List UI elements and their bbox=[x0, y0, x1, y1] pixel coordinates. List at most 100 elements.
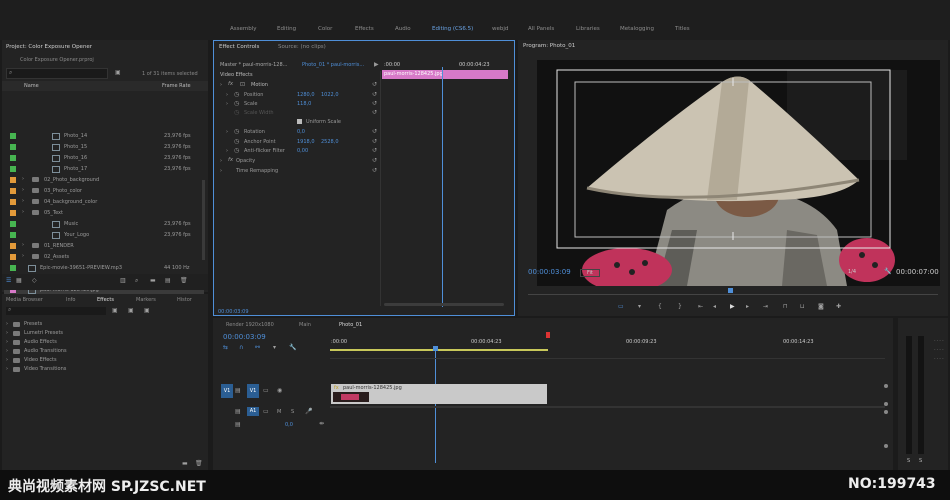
track-v1[interactable]: V1 bbox=[247, 384, 259, 398]
expand-arrow-icon[interactable]: › bbox=[22, 209, 24, 215]
position-x[interactable]: 1280,0 bbox=[297, 92, 315, 98]
project-row[interactable]: › 02_Photo_background bbox=[4, 176, 204, 185]
expand-arrow-icon[interactable]: › bbox=[6, 348, 8, 354]
sync-lock-icon[interactable]: ▭ bbox=[263, 387, 269, 394]
col-name[interactable]: Name bbox=[24, 83, 39, 89]
expand-arrow-icon[interactable]: › bbox=[226, 148, 228, 154]
stopwatch-icon[interactable]: ◷ bbox=[234, 128, 239, 135]
program-ruler[interactable] bbox=[528, 288, 938, 295]
new-item-icon[interactable]: ▤ bbox=[165, 277, 171, 284]
expand-arrow-icon[interactable]: › bbox=[226, 101, 228, 107]
project-row[interactable]: Photo_15 23,976 fps bbox=[4, 143, 204, 152]
marker-icon[interactable]: ▭ bbox=[618, 303, 624, 310]
scroll-handle[interactable] bbox=[884, 444, 888, 448]
source-patch-v1[interactable]: V1 bbox=[221, 384, 233, 398]
expand-arrow-icon[interactable]: › bbox=[220, 158, 222, 164]
ec-zoom-scroll[interactable] bbox=[384, 303, 504, 306]
program-playhead[interactable] bbox=[728, 288, 733, 293]
tab-effects[interactable]: Effects bbox=[97, 297, 114, 303]
go-to-in-icon[interactable]: ⇤ bbox=[698, 303, 703, 310]
mark-in-icon[interactable]: ▾ bbox=[638, 303, 641, 310]
reset-icon[interactable]: ↺ bbox=[372, 147, 377, 154]
mark-out-bracket-icon[interactable]: } bbox=[678, 303, 682, 310]
reset-icon[interactable]: ↺ bbox=[372, 100, 377, 107]
col-rate[interactable]: Frame Rate bbox=[162, 83, 191, 89]
label-color-swatch[interactable] bbox=[10, 133, 16, 139]
icon-view-icon[interactable]: ▦ bbox=[16, 277, 22, 284]
label-color-swatch[interactable] bbox=[10, 166, 16, 172]
reset-icon[interactable]: ↺ bbox=[372, 128, 377, 135]
stopwatch-icon[interactable]: ◷ bbox=[234, 138, 239, 145]
trash-icon[interactable]: 🗑 bbox=[180, 277, 188, 284]
tab-source[interactable]: Source: (no clips) bbox=[278, 44, 326, 50]
voiceover-icon[interactable]: 🎤 bbox=[305, 408, 312, 415]
timeline-tab[interactable]: Render 1920x1080 bbox=[226, 322, 274, 328]
bin-icon[interactable]: ▬ bbox=[150, 277, 156, 284]
play-icon[interactable]: ▶ bbox=[730, 303, 735, 310]
ec-timecode[interactable]: 00:00:03:09 bbox=[218, 309, 249, 315]
project-row[interactable]: › 05_Text bbox=[4, 209, 204, 218]
expand-arrow-icon[interactable]: › bbox=[6, 321, 8, 327]
lock-icon[interactable]: ▤ bbox=[235, 387, 241, 394]
label-color-swatch[interactable] bbox=[10, 199, 16, 205]
effects-search-input[interactable]: ⌕ bbox=[6, 306, 106, 315]
tab-effect-controls[interactable]: Effect Controls bbox=[219, 44, 259, 50]
nest-icon[interactable]: ⇆ bbox=[223, 344, 228, 351]
project-row[interactable]: › 03_Photo_color bbox=[4, 187, 204, 196]
timeline-tab[interactable]: Main bbox=[299, 322, 311, 328]
fit-dropdown[interactable]: Fit bbox=[580, 269, 600, 277]
freeform-icon[interactable]: ◇ bbox=[32, 277, 37, 284]
label-color-swatch[interactable] bbox=[10, 254, 16, 260]
step-back-icon[interactable]: ◂ bbox=[713, 303, 716, 310]
label-color-swatch[interactable] bbox=[10, 232, 16, 238]
reset-icon[interactable]: ↺ bbox=[372, 157, 377, 164]
reset-icon[interactable]: ↺ bbox=[372, 138, 377, 145]
video-frame[interactable] bbox=[537, 60, 940, 286]
stopwatch-icon[interactable]: ◷ bbox=[234, 91, 239, 98]
wrench-icon[interactable]: 🔧 bbox=[884, 268, 891, 275]
expand-arrow-icon[interactable]: › bbox=[226, 92, 228, 98]
tab-media-browser[interactable]: Media Browser bbox=[6, 297, 43, 303]
rotation-value[interactable]: 0,0 bbox=[297, 129, 305, 135]
project-row[interactable]: Epic-movie-39651-PREVIEW.mp3 44 100 Hz bbox=[4, 264, 204, 273]
expand-arrow-icon[interactable]: › bbox=[6, 330, 8, 336]
project-row[interactable]: Photo_16 23,976 fps bbox=[4, 154, 204, 163]
scroll-handle[interactable] bbox=[884, 402, 888, 406]
expand-arrow-icon[interactable]: › bbox=[226, 129, 228, 135]
label-color-swatch[interactable] bbox=[10, 243, 16, 249]
solo-left[interactable]: S bbox=[907, 458, 910, 464]
motion-icon[interactable]: ⊡ bbox=[240, 81, 245, 88]
stopwatch-icon[interactable]: ◷ bbox=[234, 147, 239, 154]
timeline-clip[interactable]: fx paul-morris-128425.jpg bbox=[331, 384, 547, 404]
mute-button[interactable]: M bbox=[277, 409, 281, 415]
label-color-swatch[interactable] bbox=[10, 177, 16, 183]
fx-icon[interactable]: fx bbox=[228, 157, 233, 163]
eye-icon[interactable]: ◉ bbox=[277, 387, 282, 394]
workspace-tab[interactable]: Assembly bbox=[230, 26, 257, 32]
project-row[interactable]: Photo_17 23,976 fps bbox=[4, 165, 204, 174]
wrench-icon[interactable]: 🔧 bbox=[289, 344, 296, 351]
expand-arrow-icon[interactable]: › bbox=[22, 253, 24, 259]
label-color-swatch[interactable] bbox=[10, 265, 16, 271]
new-bin-icon[interactable]: ▬ bbox=[182, 460, 188, 467]
step-forward-icon[interactable]: ▸ bbox=[746, 303, 749, 310]
play-only-icon[interactable]: ▶ bbox=[374, 61, 379, 68]
workspace-tab[interactable]: Libraries bbox=[576, 26, 600, 32]
expand-arrow-icon[interactable]: › bbox=[6, 357, 8, 363]
yuv-icon[interactable]: ▣ bbox=[144, 307, 150, 314]
linked-icon[interactable]: ⚯ bbox=[255, 344, 260, 351]
lock-icon[interactable]: ▤ bbox=[235, 421, 241, 428]
uniform-scale-checkbox[interactable] bbox=[297, 119, 302, 124]
track-a1[interactable]: A1 bbox=[247, 407, 259, 416]
extract-icon[interactable]: ⊔ bbox=[800, 303, 805, 310]
solo-button[interactable]: S bbox=[291, 409, 294, 415]
scrollbar[interactable] bbox=[202, 180, 205, 260]
list-view-icon[interactable]: ☰ bbox=[6, 277, 11, 284]
ec-clip-bar[interactable]: paul-morris-128425.jpg bbox=[382, 70, 508, 79]
work-area-bar[interactable] bbox=[330, 349, 548, 351]
search-input[interactable]: ⌕ bbox=[6, 68, 108, 79]
button-editor-icon[interactable]: ✚ bbox=[836, 303, 841, 310]
label-color-swatch[interactable] bbox=[10, 188, 16, 194]
workspace-tab[interactable]: Effects bbox=[355, 26, 374, 32]
scroll-handle[interactable] bbox=[884, 410, 888, 414]
